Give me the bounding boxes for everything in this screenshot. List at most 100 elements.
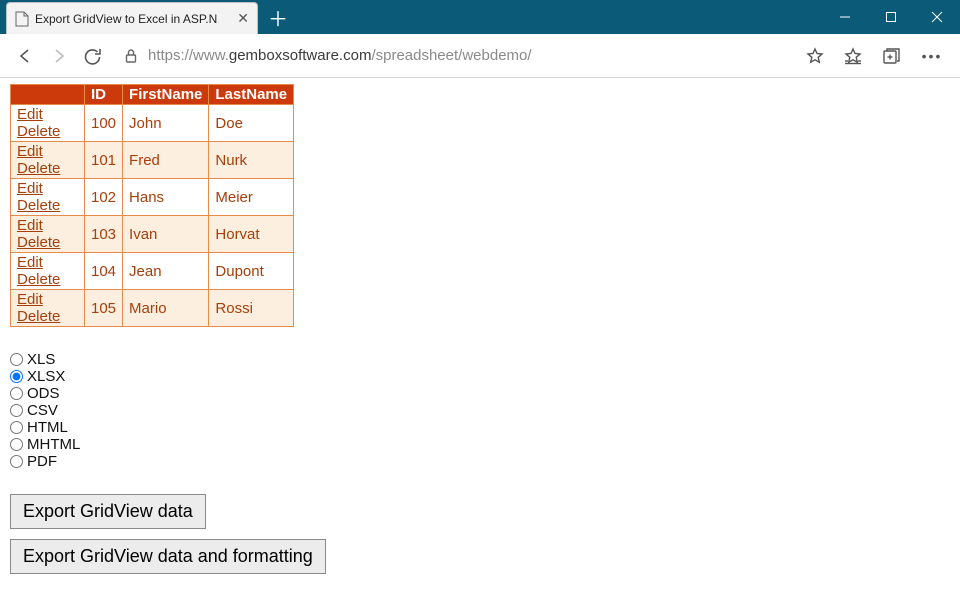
browser-titlebar: Export GridView to Excel in ASP.N ✕ ＋	[0, 0, 960, 34]
format-label: XLSX	[27, 368, 65, 385]
edit-link[interactable]: Edit	[17, 143, 43, 160]
format-label: MHTML	[27, 436, 80, 453]
cell-first: Fred	[123, 142, 209, 179]
cell-first: Jean	[123, 253, 209, 290]
window-maximize-button[interactable]	[868, 0, 914, 34]
cell-last: Rossi	[209, 290, 294, 327]
more-menu-button[interactable]: •••	[912, 48, 952, 64]
url-host: gemboxsoftware.com	[229, 47, 372, 64]
format-radio[interactable]	[10, 370, 23, 383]
delete-link[interactable]: Delete	[17, 160, 60, 177]
format-label: ODS	[27, 385, 60, 402]
format-label: XLS	[27, 351, 55, 368]
table-row: Edit Delete105MarioRossi	[11, 290, 294, 327]
format-option-pdf[interactable]: PDF	[10, 453, 950, 470]
row-actions: Edit Delete	[11, 253, 85, 290]
export-buttons: Export GridView data Export GridView dat…	[10, 494, 950, 574]
delete-link[interactable]: Delete	[17, 308, 60, 325]
format-option-xls[interactable]: XLS	[10, 351, 950, 368]
refresh-button[interactable]	[76, 39, 110, 73]
table-row: Edit Delete100JohnDoe	[11, 105, 294, 142]
cell-last: Horvat	[209, 216, 294, 253]
row-actions: Edit Delete	[11, 216, 85, 253]
grid-header-first: FirstName	[123, 85, 209, 105]
cell-first: Hans	[123, 179, 209, 216]
delete-link[interactable]: Delete	[17, 123, 60, 140]
page-icon	[15, 11, 29, 27]
favorites-bar-button[interactable]	[836, 39, 870, 73]
cell-first: John	[123, 105, 209, 142]
grid-header-row: ID FirstName LastName	[11, 85, 294, 105]
format-radio[interactable]	[10, 387, 23, 400]
collections-button[interactable]	[874, 39, 908, 73]
edit-link[interactable]: Edit	[17, 217, 43, 234]
format-label: PDF	[27, 453, 57, 470]
edit-link[interactable]: Edit	[17, 291, 43, 308]
export-format-radio-group: XLSXLSXODSCSVHTMLMHTMLPDF	[10, 351, 950, 470]
table-row: Edit Delete104JeanDupont	[11, 253, 294, 290]
format-option-html[interactable]: HTML	[10, 419, 950, 436]
format-radio[interactable]	[10, 404, 23, 417]
format-radio[interactable]	[10, 438, 23, 451]
data-gridview: ID FirstName LastName Edit Delete100John…	[10, 84, 294, 327]
cell-last: Meier	[209, 179, 294, 216]
browser-toolbar: https://www.gemboxsoftware.com/spreadshe…	[0, 34, 960, 78]
format-option-xlsx[interactable]: XLSX	[10, 368, 950, 385]
export-data-formatting-button[interactable]: Export GridView data and formatting	[10, 539, 326, 574]
cell-last: Nurk	[209, 142, 294, 179]
grid-header-id: ID	[85, 85, 123, 105]
new-tab-button[interactable]: ＋	[262, 2, 294, 32]
grid-header-last: LastName	[209, 85, 294, 105]
delete-link[interactable]: Delete	[17, 271, 60, 288]
format-option-ods[interactable]: ODS	[10, 385, 950, 402]
format-radio[interactable]	[10, 353, 23, 366]
cell-id: 100	[85, 105, 123, 142]
toolbar-right-icons	[798, 39, 912, 73]
table-row: Edit Delete101FredNurk	[11, 142, 294, 179]
format-label: HTML	[27, 419, 68, 436]
row-actions: Edit Delete	[11, 142, 85, 179]
cell-first: Mario	[123, 290, 209, 327]
cell-id: 103	[85, 216, 123, 253]
url-text: https://www.gemboxsoftware.com/spreadshe…	[148, 47, 784, 64]
cell-first: Ivan	[123, 216, 209, 253]
favorite-button[interactable]	[798, 39, 832, 73]
window-minimize-button[interactable]	[822, 0, 868, 34]
delete-link[interactable]: Delete	[17, 197, 60, 214]
format-option-mhtml[interactable]: MHTML	[10, 436, 950, 453]
cell-id: 102	[85, 179, 123, 216]
browser-tab-active[interactable]: Export GridView to Excel in ASP.N ✕	[6, 2, 258, 34]
url-scheme: https://	[148, 47, 193, 64]
grid-header-actions	[11, 85, 85, 105]
delete-link[interactable]: Delete	[17, 234, 60, 251]
lock-icon	[124, 48, 138, 64]
row-actions: Edit Delete	[11, 105, 85, 142]
forward-button[interactable]	[42, 39, 76, 73]
cell-id: 105	[85, 290, 123, 327]
row-actions: Edit Delete	[11, 179, 85, 216]
table-row: Edit Delete102HansMeier	[11, 179, 294, 216]
edit-link[interactable]: Edit	[17, 106, 43, 123]
url-path: /spreadsheet/webdemo/	[371, 47, 531, 64]
cell-id: 101	[85, 142, 123, 179]
format-radio[interactable]	[10, 455, 23, 468]
edit-link[interactable]: Edit	[17, 180, 43, 197]
cell-last: Dupont	[209, 253, 294, 290]
cell-last: Doe	[209, 105, 294, 142]
tab-title: Export GridView to Excel in ASP.N	[35, 12, 237, 26]
row-actions: Edit Delete	[11, 290, 85, 327]
table-row: Edit Delete103IvanHorvat	[11, 216, 294, 253]
window-controls	[822, 0, 960, 34]
back-button[interactable]	[8, 39, 42, 73]
tab-close-icon[interactable]: ✕	[237, 10, 249, 27]
address-bar[interactable]: https://www.gemboxsoftware.com/spreadshe…	[116, 41, 792, 71]
edit-link[interactable]: Edit	[17, 254, 43, 271]
format-label: CSV	[27, 402, 58, 419]
url-prefix: www.	[193, 47, 229, 64]
page-content: ID FirstName LastName Edit Delete100John…	[0, 78, 960, 596]
window-close-button[interactable]	[914, 0, 960, 34]
cell-id: 104	[85, 253, 123, 290]
format-option-csv[interactable]: CSV	[10, 402, 950, 419]
format-radio[interactable]	[10, 421, 23, 434]
export-data-button[interactable]: Export GridView data	[10, 494, 206, 529]
